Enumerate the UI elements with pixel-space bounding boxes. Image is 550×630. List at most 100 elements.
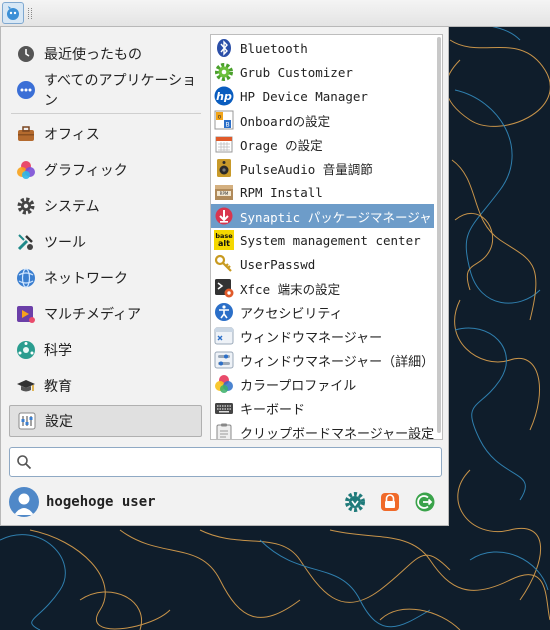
- all-apps-icon: [16, 80, 36, 100]
- app-item-userpasswd[interactable]: UserPasswd: [211, 252, 434, 276]
- basealt-icon: base alt: [214, 230, 234, 250]
- window-manager-icon: [214, 326, 234, 346]
- category-label: 設定: [45, 414, 73, 430]
- svg-text:RPM: RPM: [220, 191, 229, 196]
- svg-text:hp: hp: [216, 90, 232, 103]
- app-label: Orage の設定: [240, 137, 323, 153]
- calendar-icon: [214, 134, 234, 154]
- scrollbar-thumb[interactable]: [437, 37, 441, 433]
- category-recent[interactable]: 最近使ったもの: [9, 38, 202, 70]
- app-label: ウィンドウマネージャー: [240, 330, 383, 346]
- app-label: PulseAudio 音量調節: [240, 161, 373, 177]
- category-label: ツール: [44, 235, 86, 251]
- settings-manager-icon: [345, 492, 365, 512]
- app-list-scrollbar[interactable]: [436, 35, 442, 439]
- user-icon: [14, 493, 34, 515]
- multimedia-icon: [16, 304, 36, 324]
- app-item-hp-device-manager[interactable]: hp HP Device Manager: [211, 84, 434, 108]
- gear-icon: [16, 196, 36, 216]
- category-label: 最近使ったもの: [44, 47, 142, 63]
- settings-manager-button[interactable]: [344, 491, 366, 513]
- hp-logo-icon: hp: [214, 86, 234, 106]
- bluetooth-icon: [214, 38, 234, 58]
- app-label: Xfce 端末の設定: [240, 281, 341, 297]
- tools-icon: [16, 232, 36, 252]
- search-box: [9, 447, 442, 477]
- whisker-menu-button[interactable]: [2, 2, 24, 24]
- lock-icon: [381, 493, 399, 511]
- xfce-mouse-icon: [7, 6, 19, 20]
- category-system[interactable]: システム: [9, 190, 202, 222]
- category-science[interactable]: 科学: [9, 334, 202, 366]
- synaptic-icon: [214, 206, 234, 226]
- app-item-clipboard-manager[interactable]: クリップボードマネージャー設定: [211, 420, 434, 440]
- category-graphics[interactable]: グラフィック: [9, 154, 202, 186]
- app-label: クリップボードマネージャー設定: [240, 426, 434, 440]
- terminal-icon: [214, 278, 234, 298]
- graphics-icon: [16, 160, 36, 180]
- app-item-keyboard[interactable]: キーボード: [211, 396, 434, 420]
- app-label: Bluetooth: [240, 40, 308, 56]
- app-item-bluetooth[interactable]: Bluetooth: [211, 36, 434, 60]
- category-all-applications[interactable]: すべてのアプリケーション: [9, 73, 202, 109]
- category-multimedia[interactable]: マルチメディア: [9, 298, 202, 330]
- app-item-onboard-settings[interactable]: oB Onboardの設定: [211, 108, 434, 132]
- category-tools[interactable]: ツール: [9, 226, 202, 258]
- app-label: Grub Customizer: [240, 64, 353, 80]
- search-icon: [17, 455, 32, 470]
- app-label: System management center: [240, 232, 421, 248]
- whisker-menu: 最近使ったもの すべてのアプリケーション オフィス グラフィック システム ツー…: [0, 27, 449, 526]
- category-network[interactable]: ネットワーク: [9, 262, 202, 294]
- category-label: すべてのアプリケーション: [44, 73, 197, 109]
- category-label: システム: [44, 199, 100, 215]
- category-label: グラフィック: [44, 163, 128, 179]
- category-separator: [11, 113, 201, 114]
- category-label: 教育: [44, 379, 72, 395]
- application-list: Bluetooth Grub Customizer hp HP Device M…: [210, 34, 443, 440]
- svg-text:B: B: [225, 122, 229, 129]
- app-label: Onboardの設定: [240, 113, 331, 129]
- app-item-accessibility[interactable]: アクセシビリティ: [211, 300, 434, 324]
- app-item-window-manager-tweaks[interactable]: ウィンドウマネージャー（詳細）: [211, 348, 434, 372]
- top-panel: [0, 0, 550, 27]
- app-item-orage-settings[interactable]: Orage の設定: [211, 132, 434, 156]
- user-name: hogehoge user: [46, 494, 156, 510]
- app-item-window-manager[interactable]: ウィンドウマネージャー: [211, 324, 434, 348]
- app-item-xfce-terminal-settings[interactable]: Xfce 端末の設定: [211, 276, 434, 300]
- graduation-cap-icon: [16, 376, 36, 396]
- app-label: HP Device Manager: [240, 88, 368, 104]
- app-label: アクセシビリティ: [240, 306, 343, 322]
- network-globe-icon: [16, 268, 36, 288]
- rpm-package-icon: RPM: [214, 182, 234, 202]
- lock-screen-button[interactable]: [379, 491, 401, 513]
- category-label: 科学: [44, 343, 72, 359]
- window-manager-tweaks-icon: [214, 350, 234, 370]
- app-item-synaptic[interactable]: Synaptic パッケージマネージャ: [211, 204, 434, 228]
- panel-separator: [28, 8, 32, 19]
- app-label: Synaptic パッケージマネージャ: [240, 209, 432, 225]
- onboard-keyboard-icon: oB: [214, 110, 234, 130]
- user-panel: hogehoge user: [1, 483, 450, 523]
- app-label: RPM Install: [240, 184, 323, 200]
- svg-text:o: o: [218, 114, 222, 121]
- app-item-color-profile[interactable]: カラープロファイル: [211, 372, 434, 396]
- avatar: [9, 487, 39, 517]
- app-label: UserPasswd: [240, 256, 316, 272]
- app-label: キーボード: [240, 402, 306, 418]
- category-settings[interactable]: 設定: [9, 405, 202, 437]
- logout-button[interactable]: [414, 491, 436, 513]
- category-office[interactable]: オフィス: [9, 118, 202, 150]
- category-education[interactable]: 教育: [9, 370, 202, 402]
- category-label: マルチメディア: [44, 307, 142, 323]
- speaker-icon: [214, 158, 234, 178]
- settings-sliders-icon: [17, 411, 37, 431]
- grub-gear-icon: [214, 62, 234, 82]
- search-input[interactable]: [38, 452, 437, 474]
- science-icon: [16, 340, 36, 360]
- color-profile-icon: [214, 374, 234, 394]
- app-item-rpm-install[interactable]: RPM RPM Install: [211, 180, 434, 204]
- app-item-system-management-center[interactable]: base alt System management center: [211, 228, 434, 252]
- app-label: ウィンドウマネージャー（詳細）: [240, 354, 434, 370]
- app-item-grub-customizer[interactable]: Grub Customizer: [211, 60, 434, 84]
- app-item-pulseaudio-volume[interactable]: PulseAudio 音量調節: [211, 156, 434, 180]
